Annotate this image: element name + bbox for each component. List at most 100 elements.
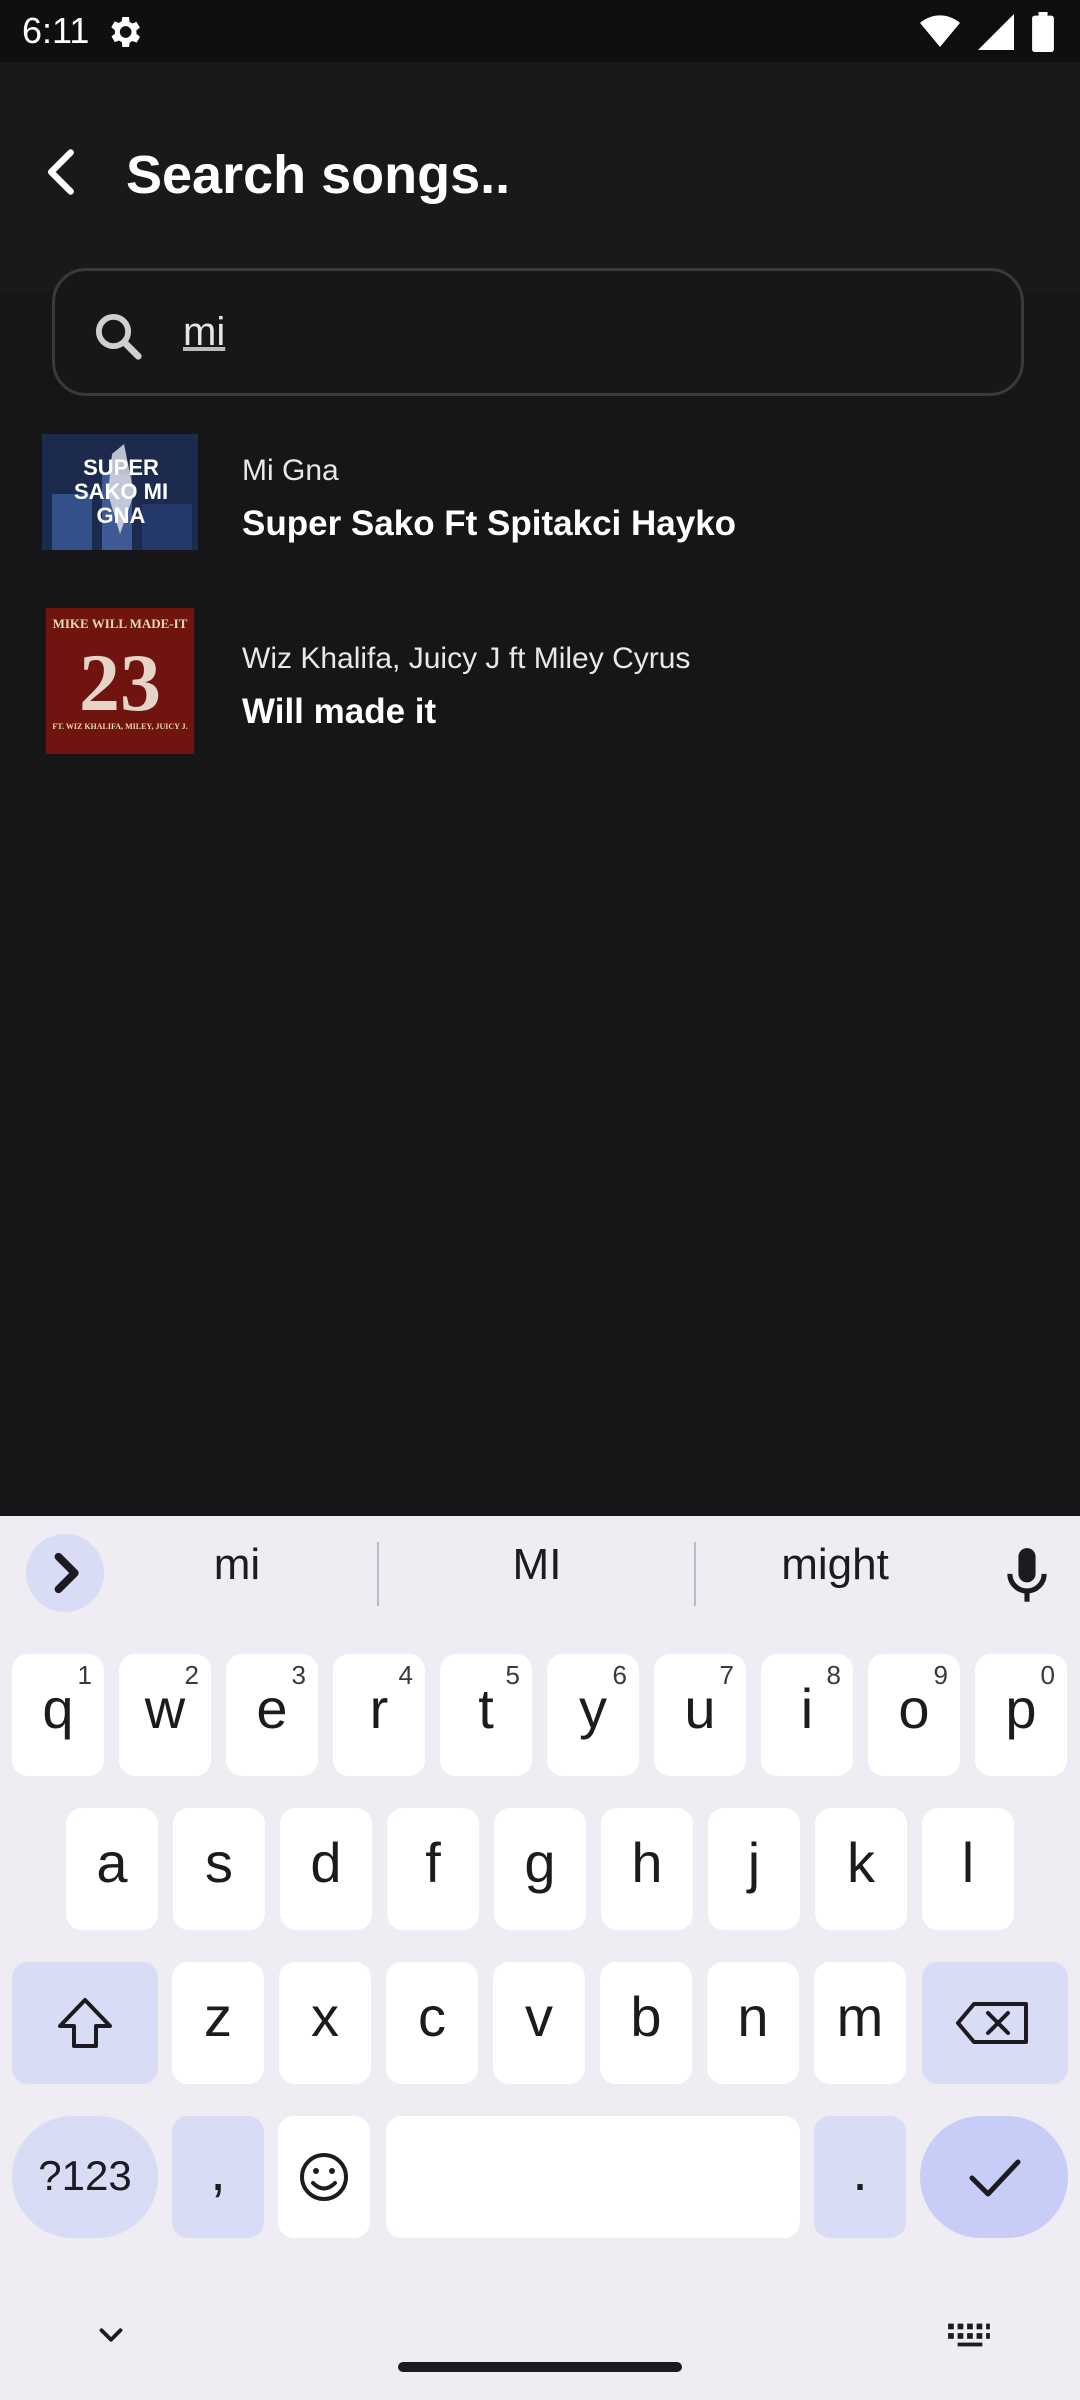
- key-l[interactable]: l: [922, 1808, 1014, 1930]
- emoji-key[interactable]: [278, 2116, 370, 2238]
- key-t[interactable]: t5: [440, 1654, 532, 1776]
- search-result-item[interactable]: MIKE WILL MADE-IT 23 FT. WIZ KHALIFA, MI…: [0, 608, 1080, 778]
- key-label: k: [847, 1831, 875, 1894]
- key-number-hint: 2: [184, 1660, 199, 1690]
- comma-key-label: ,: [210, 2139, 226, 2202]
- key-label: x: [311, 1985, 339, 2048]
- key-label: a: [96, 1831, 128, 1894]
- result-artist: Mi Gna: [242, 454, 339, 487]
- key-label: m: [836, 1985, 884, 2048]
- settings-gear-icon: [111, 17, 140, 47]
- key-number-hint: 7: [719, 1660, 734, 1690]
- key-label: l: [961, 1831, 975, 1894]
- key-a[interactable]: a: [66, 1808, 158, 1930]
- home-gesture-bar[interactable]: [398, 2362, 682, 2372]
- key-number-hint: 0: [1040, 1660, 1055, 1690]
- symbols-key-label: ?123: [38, 2152, 132, 2199]
- result-title: Super Sako Ft Spitakci Hayko: [242, 504, 737, 543]
- key-number-hint: 3: [291, 1660, 306, 1690]
- shift-key[interactable]: [12, 1962, 158, 2084]
- app-bar: Search songs..: [0, 62, 1080, 292]
- key-e[interactable]: e3: [226, 1654, 318, 1776]
- album-art-top-text: MIKE WILL MADE-IT: [52, 616, 188, 631]
- key-f[interactable]: f: [387, 1808, 479, 1930]
- back-arrow-icon[interactable]: [36, 146, 88, 198]
- wifi-icon: [920, 15, 960, 48]
- period-key-label: .: [852, 2139, 868, 2202]
- page-title: Search songs..: [126, 145, 511, 205]
- search-result-item[interactable]: SUPER SAKO MI GNA Mi Gna Super Sako Ft S…: [0, 432, 1080, 602]
- key-q[interactable]: q1: [12, 1654, 104, 1776]
- key-c[interactable]: c: [386, 1962, 478, 2084]
- status-bar: 6:11: [0, 0, 1080, 62]
- keyboard: mi MI might ?123 , . q 1 w 2 e 3 r 4 t 5…: [0, 1516, 1080, 2400]
- key-x[interactable]: x: [279, 1962, 371, 2084]
- signal-icon: [978, 14, 1014, 50]
- microphone-icon[interactable]: [1000, 1546, 1054, 1606]
- key-label: v: [525, 1985, 553, 2048]
- status-icons: [920, 12, 1054, 52]
- key-u[interactable]: u7: [654, 1654, 746, 1776]
- key-label: f: [425, 1831, 441, 1894]
- key-label: c: [418, 1985, 446, 2048]
- space-key[interactable]: [386, 2116, 800, 2238]
- symbols-key[interactable]: ?123: [12, 2116, 158, 2238]
- key-b[interactable]: b: [600, 1962, 692, 2084]
- key-h[interactable]: h: [601, 1808, 693, 1930]
- key-p[interactable]: p0: [975, 1654, 1067, 1776]
- key-m[interactable]: m: [814, 1962, 906, 2084]
- battery-icon: [1032, 12, 1054, 52]
- result-title: Will made it: [242, 692, 437, 731]
- key-o[interactable]: o9: [868, 1654, 960, 1776]
- suggestion-bar: mi MI might: [0, 1516, 1080, 1628]
- key-g[interactable]: g: [494, 1808, 586, 1930]
- key-k[interactable]: k: [815, 1808, 907, 1930]
- key-label: n: [737, 1985, 769, 2048]
- done-key[interactable]: [920, 2116, 1068, 2238]
- key-d[interactable]: d: [280, 1808, 372, 1930]
- key-number-hint: 1: [77, 1660, 92, 1690]
- album-art-bottom-text: FT. WIZ KHALIFA, MILEY, JUICY J.: [52, 722, 188, 731]
- key-label: b: [630, 1985, 662, 2048]
- suggestion-3[interactable]: might: [690, 1540, 980, 1590]
- status-time: 6:11: [22, 10, 90, 51]
- screen: 6:11 Search songs.. mi SUPER SAKO MI GNA…: [0, 0, 1080, 2400]
- key-label: s: [205, 1831, 233, 1894]
- keyboard-switcher-icon[interactable]: [946, 2316, 992, 2354]
- backspace-icon: [956, 2002, 1028, 2044]
- album-art: SUPER SAKO MI GNA: [42, 434, 198, 550]
- key-number-hint: 5: [505, 1660, 520, 1690]
- key-z[interactable]: z: [172, 1962, 264, 2084]
- key-label: h: [631, 1831, 663, 1894]
- key-j[interactable]: j: [708, 1808, 800, 1930]
- suggestion-divider: [377, 1542, 379, 1606]
- key-r[interactable]: r4: [333, 1654, 425, 1776]
- search-input[interactable]: [181, 299, 965, 365]
- key-label: d: [310, 1831, 342, 1894]
- backspace-key[interactable]: [922, 1962, 1068, 2084]
- suggestion-2[interactable]: MI: [392, 1540, 682, 1590]
- key-v[interactable]: v: [493, 1962, 585, 2084]
- key-label: z: [204, 1985, 232, 2048]
- key-number-hint: 6: [612, 1660, 627, 1690]
- key-number-hint: 9: [933, 1660, 948, 1690]
- hide-keyboard-chevron-icon[interactable]: [92, 2316, 130, 2354]
- key-label: j: [747, 1831, 761, 1894]
- suggestion-1[interactable]: mi: [92, 1540, 382, 1590]
- period-key[interactable]: .: [814, 2116, 906, 2238]
- key-i[interactable]: i8: [761, 1654, 853, 1776]
- search-icon: [95, 313, 142, 360]
- key-n[interactable]: n: [707, 1962, 799, 2084]
- album-art: MIKE WILL MADE-IT 23 FT. WIZ KHALIFA, MI…: [46, 608, 194, 754]
- key-s[interactable]: s: [173, 1808, 265, 1930]
- key-label: g: [524, 1831, 556, 1894]
- shift-icon: [58, 1998, 112, 2048]
- checkmark-icon: [969, 2159, 1021, 2197]
- emoji-icon: [300, 2153, 348, 2201]
- key-w[interactable]: w2: [119, 1654, 211, 1776]
- comma-key[interactable]: ,: [172, 2116, 264, 2238]
- album-art-text: SUPER SAKO MI GNA: [73, 455, 169, 528]
- key-y[interactable]: y6: [547, 1654, 639, 1776]
- result-artist: Wiz Khalifa, Juicy J ft Miley Cyrus: [242, 642, 691, 675]
- search-field[interactable]: [52, 268, 1024, 396]
